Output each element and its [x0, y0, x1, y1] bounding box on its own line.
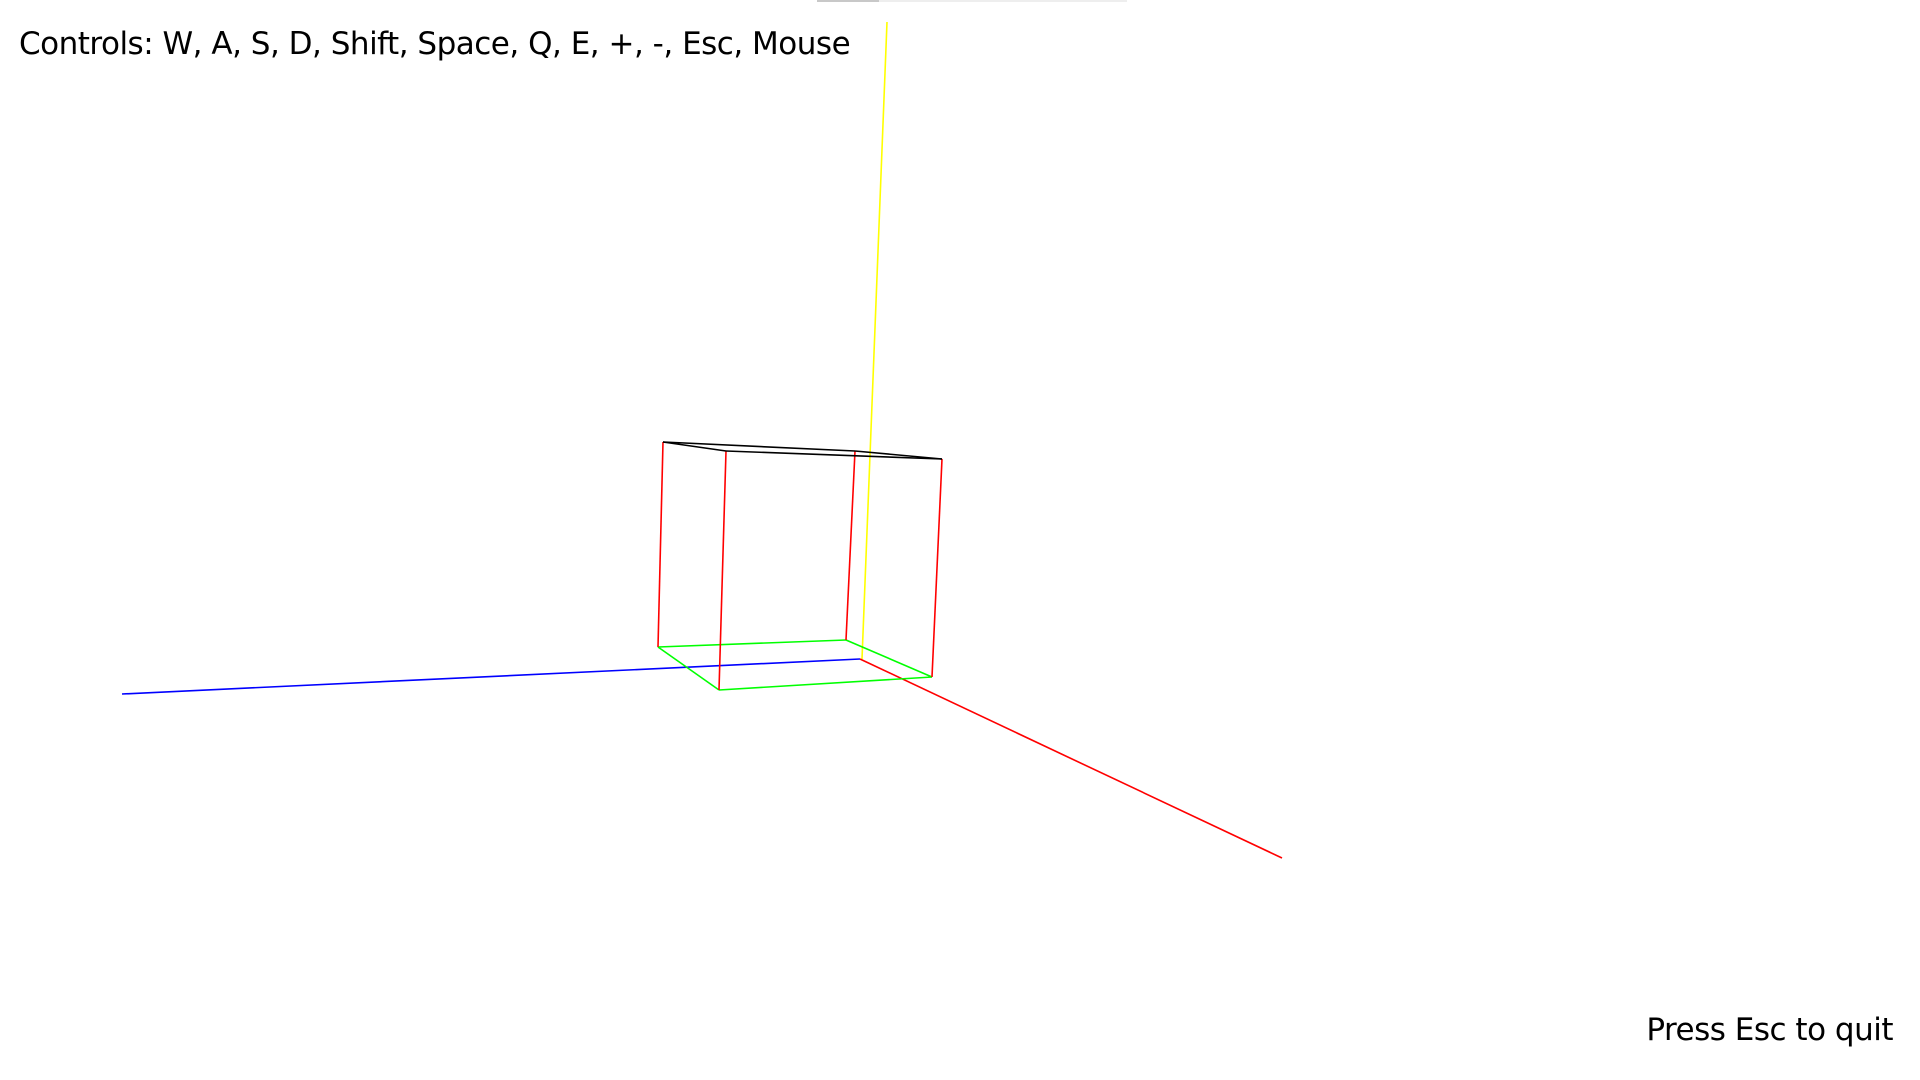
y-axis-line: [861, 21, 888, 660]
cube-bottom-face: [657, 639, 933, 691]
quit-hint-text: Press Esc to quit: [1646, 1012, 1893, 1048]
cube-vertical-edges: [657, 441, 943, 691]
x-axis-line: [859, 658, 1283, 859]
render-viewport[interactable]: Controls: W, A, S, D, Shift, Space, Q, E…: [0, 0, 1920, 1080]
3d-scene: [121, 21, 1283, 859]
controls-hint-text: Controls: W, A, S, D, Shift, Space, Q, E…: [19, 26, 851, 62]
cube-top-face: [662, 441, 943, 460]
